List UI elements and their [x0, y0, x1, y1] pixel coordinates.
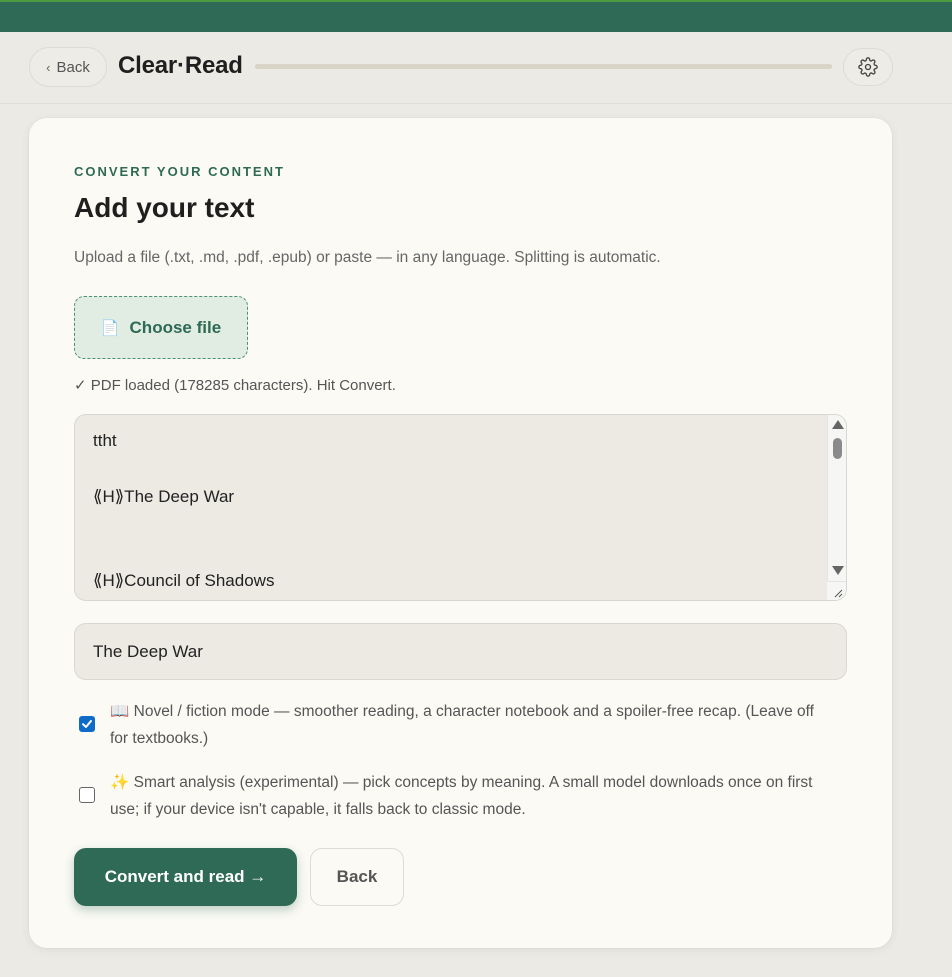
smart-analysis-text: Smart analysis (experimental) — pick con…	[110, 774, 813, 818]
document-icon: 📄	[100, 319, 120, 337]
settings-button[interactable]	[843, 48, 893, 86]
book-title-input[interactable]: The Deep War	[74, 623, 847, 680]
app-header: ‹ Back Clear·Read	[0, 32, 952, 104]
book-title-value: The Deep War	[93, 641, 203, 661]
textarea-line: ⟪H⟫Council of Shadows	[93, 571, 275, 590]
gear-icon	[858, 57, 878, 77]
textarea-scrollbar[interactable]	[827, 415, 846, 600]
top-accent-bar	[0, 0, 952, 32]
choose-file-label: Choose file	[129, 317, 222, 337]
reading-progress-fill	[255, 64, 832, 69]
convert-and-read-button[interactable]: Convert and read →	[74, 848, 297, 906]
content-textarea[interactable]: ttht ⟪H⟫The Deep War ⟪H⟫Council of Shado…	[74, 414, 847, 601]
book-icon: 📖	[110, 703, 130, 720]
convert-card: CONVERT YOUR CONTENT Add your text Uploa…	[29, 118, 892, 948]
resize-grip-icon	[834, 589, 843, 598]
novel-mode-checkbox[interactable]	[79, 716, 95, 732]
novel-mode-text: Novel / fiction mode — smoother reading,…	[110, 703, 814, 747]
scroll-up-arrow-icon[interactable]	[832, 420, 844, 429]
page-title: Add your text	[74, 192, 255, 223]
header-back-label: Back	[56, 58, 90, 76]
upload-instructions: Upload a file (.txt, .md, .pdf, .epub) o…	[74, 249, 661, 266]
novel-mode-label: 📖 Novel / fiction mode — smoother readin…	[110, 698, 834, 752]
scroll-down-arrow-icon[interactable]	[832, 566, 844, 575]
sparkles-icon: ✨	[110, 774, 130, 791]
novel-mode-option: 📖 Novel / fiction mode — smoother readin…	[74, 698, 834, 754]
back-button[interactable]: Back	[310, 848, 404, 906]
resize-handle[interactable]	[827, 581, 846, 600]
file-status-message: ✓ PDF loaded (178285 characters). Hit Co…	[74, 377, 396, 394]
app-title: Clear·Read	[118, 52, 243, 79]
header-back-button[interactable]: ‹ Back	[29, 47, 107, 87]
textarea-line: ttht	[93, 431, 117, 450]
smart-analysis-label: ✨ Smart analysis (experimental) — pick c…	[110, 769, 834, 823]
textarea-line: ⟪H⟫The Deep War	[93, 487, 235, 506]
chevron-left-icon: ‹	[46, 59, 51, 75]
reading-progress-bar	[255, 64, 832, 69]
scrollbar-thumb[interactable]	[833, 438, 842, 459]
choose-file-button[interactable]: 📄 Choose file	[74, 296, 248, 359]
smart-analysis-option: ✨ Smart analysis (experimental) — pick c…	[74, 769, 834, 825]
section-eyebrow: CONVERT YOUR CONTENT	[74, 164, 285, 179]
smart-analysis-checkbox[interactable]	[79, 787, 95, 803]
checkmark-icon	[82, 720, 92, 728]
